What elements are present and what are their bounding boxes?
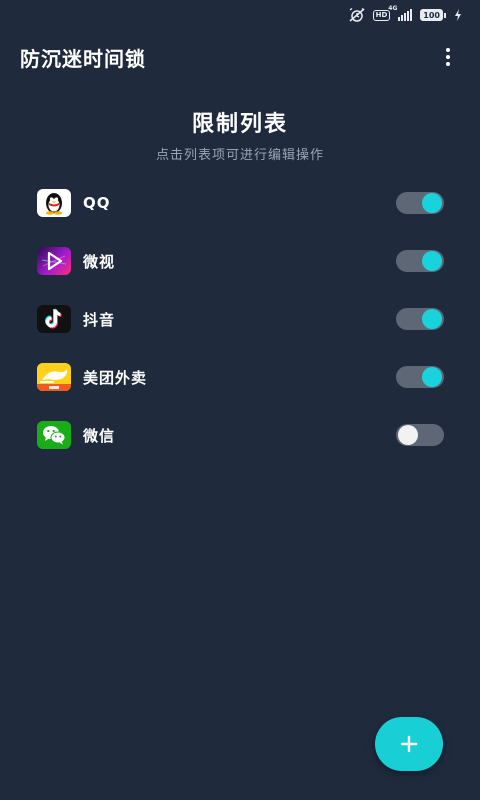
battery-level: 100 — [420, 9, 443, 21]
network-type-label: 4G — [388, 5, 398, 12]
signal-icon: 4G — [388, 5, 413, 21]
plus-icon — [400, 735, 418, 753]
restriction-toggle[interactable] — [396, 424, 444, 446]
alarm-off-icon — [349, 8, 365, 22]
page-title: 限制列表 — [191, 112, 288, 137]
wechat-icon — [37, 421, 71, 449]
app-label: 美团外卖 — [83, 368, 148, 387]
restriction-toggle[interactable] — [396, 308, 444, 330]
douyin-icon — [37, 305, 71, 333]
app-title: 防沉迷时间锁 — [20, 46, 146, 71]
list-item-qq[interactable]: QQ — [0, 174, 480, 232]
charging-icon — [454, 9, 462, 21]
weishi-icon — [37, 247, 71, 275]
status-bar: HD 4G 100 — [0, 0, 480, 30]
restricted-app-list: QQ 微视 抖音 美团外卖 微信 — [0, 174, 480, 464]
add-app-button[interactable] — [375, 717, 443, 771]
restriction-toggle[interactable] — [396, 250, 444, 272]
app-label: 抖音 — [83, 310, 116, 329]
battery-icon: 100 — [420, 9, 446, 21]
app-label: 微视 — [83, 252, 116, 271]
list-item-weishi[interactable]: 微视 — [0, 232, 480, 290]
app-label: QQ — [83, 194, 111, 212]
list-item-douyin[interactable]: 抖音 — [0, 290, 480, 348]
list-item-meituan-waimai[interactable]: 美团外卖 — [0, 348, 480, 406]
page-subtitle: 点击列表项可进行编辑操作 — [155, 148, 324, 163]
more-options-icon[interactable] — [438, 42, 458, 72]
list-item-wechat[interactable]: 微信 — [0, 406, 480, 464]
meituan-waimai-icon — [37, 363, 71, 391]
app-label: 微信 — [83, 426, 116, 445]
qq-icon — [37, 189, 71, 217]
restriction-toggle[interactable] — [396, 192, 444, 214]
app-bar: 防沉迷时间锁 — [0, 30, 480, 84]
restriction-toggle[interactable] — [396, 366, 444, 388]
